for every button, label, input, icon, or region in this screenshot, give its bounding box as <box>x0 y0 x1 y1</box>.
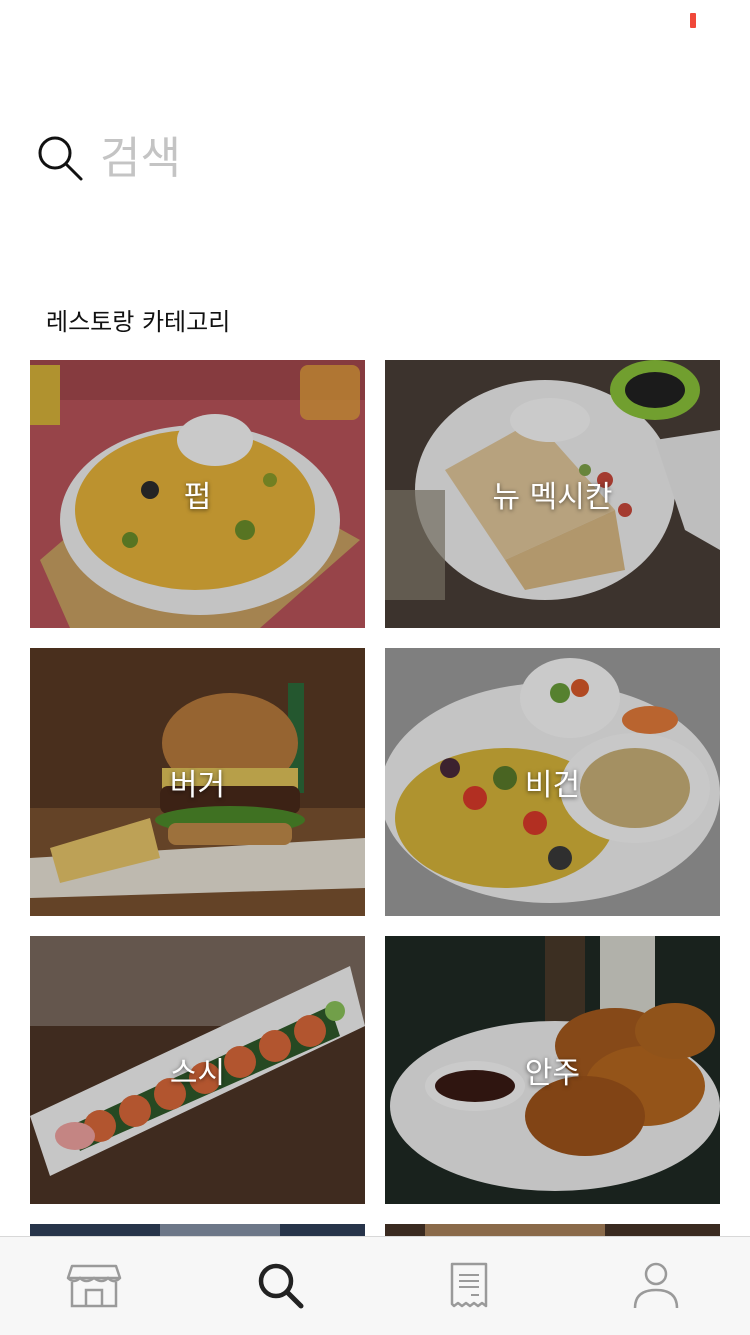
tab-store[interactable] <box>0 1237 187 1335</box>
category-tile-new-mexican[interactable]: 뉴 멕시칸 <box>385 360 720 628</box>
receipt-icon <box>450 1262 487 1308</box>
category-label: 뉴 멕시칸 <box>492 480 613 515</box>
category-label: 펍 <box>183 480 212 515</box>
section-title: 레스토랑 카테고리 <box>46 308 231 336</box>
tab-search[interactable] <box>187 1237 374 1335</box>
search-input[interactable] <box>100 128 660 188</box>
category-label: 버거 <box>169 768 226 803</box>
tab-profile[interactable] <box>562 1237 749 1335</box>
category-tile-burger[interactable]: 버거 <box>30 648 365 916</box>
profile-icon <box>633 1262 678 1309</box>
category-label: 스시 <box>169 1056 226 1091</box>
bottom-tab-bar <box>0 1236 750 1335</box>
store-icon <box>66 1264 121 1308</box>
search-icon <box>258 1263 303 1309</box>
search-bar[interactable] <box>36 128 696 188</box>
tab-orders[interactable] <box>375 1237 562 1335</box>
category-tile-pub[interactable]: 펍 <box>30 360 365 628</box>
category-tile-sushi[interactable]: 스시 <box>30 936 365 1204</box>
search-icon <box>38 136 83 181</box>
category-label: 안주 <box>524 1056 581 1091</box>
status-indicator <box>690 13 696 28</box>
category-tile-anju[interactable]: 안주 <box>385 936 720 1204</box>
category-label: 비건 <box>524 768 581 803</box>
category-tile-vegan[interactable]: 비건 <box>385 648 720 916</box>
